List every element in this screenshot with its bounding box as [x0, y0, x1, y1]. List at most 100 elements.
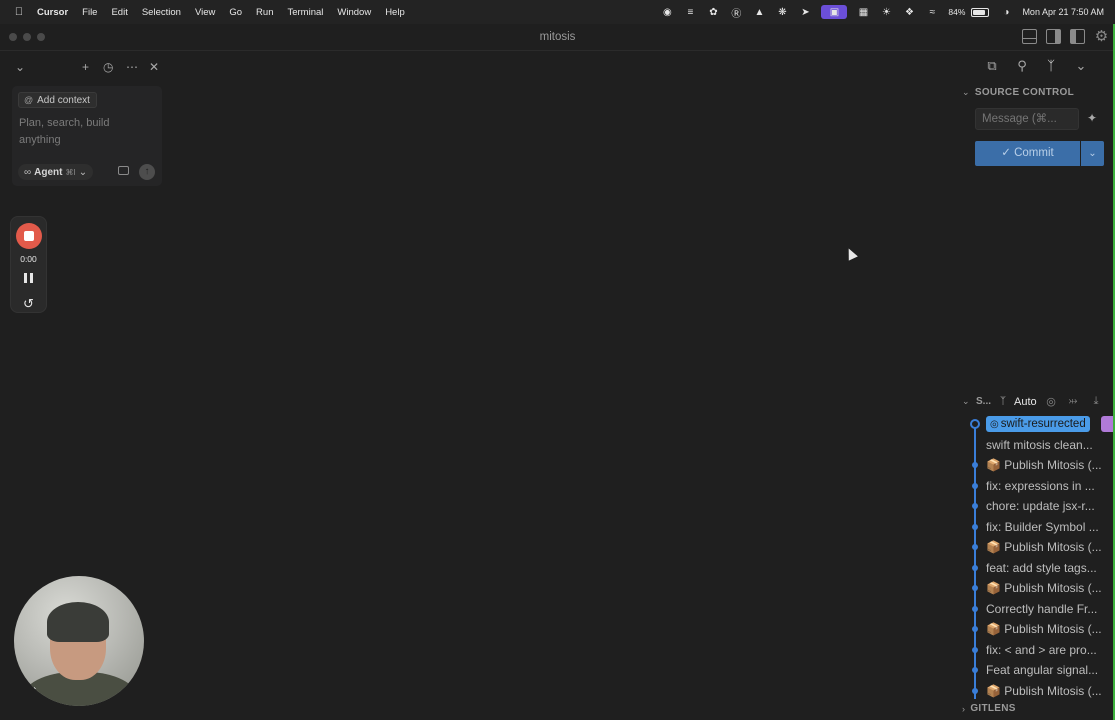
control-center-icon[interactable]: ◑: [999, 5, 1013, 19]
commit-message: swift mitosis clean...: [986, 437, 1093, 452]
table-row[interactable]: Correctly handle Fr...: [962, 599, 1115, 620]
menu-run[interactable]: Run: [256, 7, 273, 18]
chevron-down-icon[interactable]: ⌄: [1073, 58, 1089, 74]
notes-icon[interactable]: ≡: [683, 5, 697, 19]
battery-percent: 84%: [948, 7, 966, 17]
table-row[interactable]: fix: Builder Symbol ...: [962, 517, 1115, 538]
table-row[interactable]: fix: < and > are pro...: [962, 640, 1115, 661]
fetch-icon[interactable]: ⤔: [1066, 395, 1080, 409]
chevron-down-icon: ⌄: [78, 166, 88, 178]
table-row[interactable]: 📦 Publish Mitosis (...: [962, 455, 1115, 476]
menu-view[interactable]: View: [195, 7, 215, 18]
menu-window[interactable]: Window: [337, 7, 371, 18]
table-row[interactable]: feat: add style tags...: [962, 558, 1115, 579]
restart-icon[interactable]: ↺: [11, 297, 46, 311]
graph-node: [972, 667, 978, 673]
chatgpt-icon[interactable]: ✿: [706, 5, 720, 19]
graph-node: [972, 687, 978, 694]
chevron-down-icon: ⌄: [962, 87, 970, 97]
search-icon[interactable]: ⚲: [1014, 58, 1030, 74]
history-icon[interactable]: ◷: [103, 58, 113, 76]
branch-badge[interactable]: ◎ swift-resurrected: [986, 416, 1090, 432]
agent-label: Agent: [34, 166, 63, 178]
menu-help[interactable]: Help: [385, 7, 405, 18]
table-row[interactable]: 📦 Publish Mitosis (...: [962, 537, 1115, 558]
chat-composer[interactable]: @ Add context Plan, search, build anythi…: [12, 86, 162, 186]
table-row[interactable]: Feat angular signal...: [962, 660, 1115, 681]
menu-selection[interactable]: Selection: [142, 7, 181, 18]
graph-node: [972, 626, 978, 632]
toggle-secondary-sidebar-icon[interactable]: [1046, 29, 1061, 44]
menu-go[interactable]: Go: [229, 7, 242, 18]
secondary-sidebar-tabs: ⧉ ⚲ ᛉ ⌄: [984, 58, 1104, 76]
recording-widget: 0:00 ↺: [10, 216, 47, 313]
graph-node: [972, 564, 978, 571]
graph-mode-label[interactable]: Auto: [1014, 396, 1037, 408]
close-icon[interactable]: ✕: [149, 58, 159, 76]
toggle-panel-icon[interactable]: [1022, 29, 1037, 44]
helmet-icon[interactable]: ▲: [752, 5, 766, 19]
wifi-icon[interactable]: ≈: [925, 5, 939, 19]
table-row[interactable]: swift mitosis clean...: [962, 435, 1115, 456]
pin-icon[interactable]: ➤: [798, 5, 812, 19]
image-icon[interactable]: [118, 166, 129, 175]
calendar-icon[interactable]: ▦: [856, 5, 870, 19]
apple-icon[interactable]: : [11, 6, 27, 18]
brightness-icon[interactable]: ☀: [879, 5, 893, 19]
gitlens-header[interactable]: › GITLENS: [962, 703, 1016, 714]
commit-dropdown-button[interactable]: ⌄: [1081, 141, 1104, 166]
more-icon[interactable]: ⋯: [126, 58, 138, 76]
window-titlebar: mitosis ⚙: [0, 24, 1115, 51]
menu-app-name[interactable]: Cursor: [37, 7, 68, 18]
add-context-label: Add context: [37, 94, 90, 106]
graph-head-node: [970, 419, 980, 429]
battery-icon[interactable]: [971, 7, 990, 17]
table-row[interactable]: 📦 Publish Mitosis (...: [962, 681, 1115, 702]
new-chat-icon[interactable]: +: [82, 58, 89, 76]
chat-input[interactable]: Plan, search, build anything: [19, 115, 139, 149]
gear-icon[interactable]: ⚙: [1094, 29, 1109, 44]
w-icon[interactable]: Ⓡ: [729, 5, 743, 20]
sparkle-icon[interactable]: ✦: [1084, 110, 1100, 126]
table-row[interactable]: chore: update jsx-r...: [962, 496, 1115, 517]
screen-record-icon[interactable]: ▣: [821, 5, 848, 19]
stop-recording-button[interactable]: [16, 223, 42, 249]
branch-name: swift-resurrected: [1000, 418, 1086, 430]
toggle-primary-sidebar-icon[interactable]: [1070, 29, 1085, 44]
graph-row-branch[interactable]: ◎ swift-resurrected: [962, 414, 1115, 435]
commit-graph-header[interactable]: ⌄ S... ᛉ Auto ◎ ⤔ ⤓: [962, 395, 1112, 410]
graph-node: [972, 585, 978, 591]
openai-icon[interactable]: ❋: [775, 5, 789, 19]
graph-node: [972, 605, 978, 612]
chevron-down-icon[interactable]: ⌄: [15, 58, 25, 76]
pull-icon[interactable]: ⤓: [1089, 395, 1103, 409]
table-row[interactable]: fix: expressions in ...: [962, 476, 1115, 497]
commit-message: fix: expressions in ...: [986, 478, 1095, 493]
menu-file[interactable]: File: [82, 7, 97, 18]
commit-message: feat: add style tags...: [986, 560, 1097, 575]
copy-files-icon[interactable]: ⧉: [984, 58, 1000, 74]
graph-node: [972, 462, 978, 468]
grammarly-icon[interactable]: ◉: [660, 5, 674, 19]
recording-timer: 0:00: [20, 254, 37, 264]
pause-icon[interactable]: [24, 273, 33, 283]
commit-message: 📦 Publish Mitosis (...: [986, 683, 1102, 698]
source-control-header[interactable]: ⌄ SOURCE CONTROL: [962, 87, 1074, 98]
commit-message: 📦 Publish Mitosis (...: [986, 458, 1102, 472]
graph-node: [972, 544, 978, 550]
table-row[interactable]: 📦 Publish Mitosis (...: [962, 619, 1115, 640]
menubar-clock[interactable]: Mon Apr 21 7:50 AM: [1022, 7, 1104, 17]
menu-terminal[interactable]: Terminal: [287, 7, 323, 18]
target-icon[interactable]: ◎: [1044, 395, 1058, 409]
menu-edit[interactable]: Edit: [111, 7, 127, 18]
agent-mode-selector[interactable]: ∞ Agent ⌘I ⌄: [18, 164, 94, 180]
commit-button[interactable]: ✓ Commit: [975, 141, 1080, 166]
table-row[interactable]: 📦 Publish Mitosis (...: [962, 578, 1115, 599]
send-button[interactable]: ↑: [139, 164, 155, 180]
commit-message-input[interactable]: [975, 108, 1079, 130]
add-context-button[interactable]: @ Add context: [18, 92, 97, 108]
source-control-title: SOURCE CONTROL: [974, 87, 1075, 98]
graph-node: [972, 503, 978, 509]
bird-icon[interactable]: ❖: [902, 5, 916, 19]
source-control-icon[interactable]: ᛉ: [1043, 58, 1059, 74]
